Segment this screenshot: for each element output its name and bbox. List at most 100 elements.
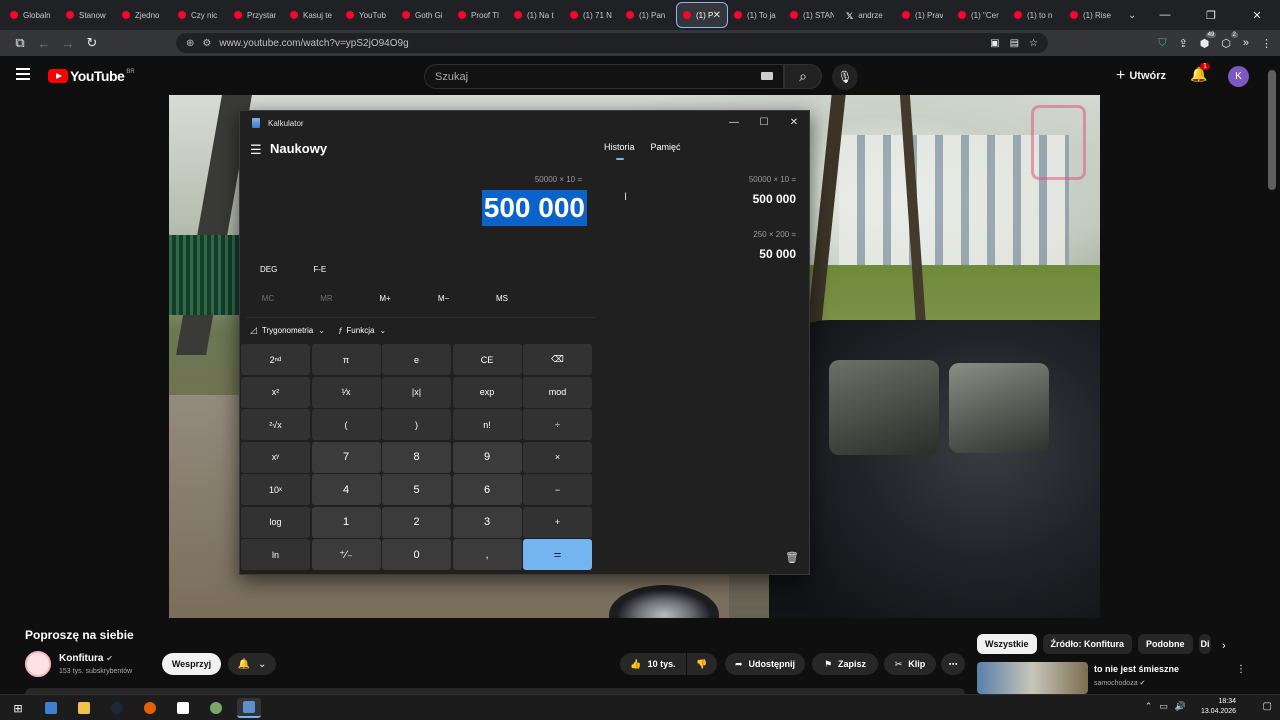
address-bar[interactable]: ⊕ ⚙ www.youtube.com/watch?v=ypS2jO94O9g …: [176, 33, 1048, 53]
browser-tab[interactable]: 𝕏andrze: [840, 2, 896, 28]
sidebar-toggle-icon[interactable]: ⧉: [8, 35, 32, 51]
calculator-key[interactable]: ): [382, 409, 451, 440]
history-item[interactable]: 50000 × 10 = 500 000: [606, 175, 796, 206]
tab-memory[interactable]: Pamięć: [651, 142, 681, 152]
history-item[interactable]: 250 × 200 = 50 000: [606, 230, 796, 261]
page-scrollbar[interactable]: [1268, 70, 1276, 190]
calculator-key[interactable]: ¹⁄x: [311, 376, 381, 408]
search-input[interactable]: Szukaj: [424, 64, 784, 89]
browser-tab[interactable]: Stanow: [60, 2, 116, 28]
browser-tab[interactable]: Zjedno: [116, 2, 172, 28]
fe-button[interactable]: F-E: [313, 265, 326, 274]
taskbar-monitor-icon[interactable]: [39, 698, 63, 718]
browser-tab[interactable]: (1) P ✕: [676, 2, 728, 28]
recommendation-channel[interactable]: samochodoza ✔: [1094, 679, 1145, 687]
memory-button[interactable]: MC: [260, 294, 276, 303]
browser-tab[interactable]: (1) 71 N: [564, 2, 620, 28]
close-icon[interactable]: ✕: [1234, 0, 1280, 30]
calculator-key[interactable]: log: [241, 506, 310, 538]
minimize-icon[interactable]: —: [719, 111, 749, 133]
calculator-key[interactable]: ⌫: [523, 344, 592, 375]
chip-related[interactable]: Podobne: [1138, 634, 1193, 654]
share-button[interactable]: ➦ Udostępnij: [725, 653, 805, 675]
clock[interactable]: 18:34 13.04.2026: [1201, 697, 1236, 717]
calculator-key[interactable]: 1: [311, 506, 381, 538]
calculator-key[interactable]: 0: [382, 539, 451, 570]
youtube-logo[interactable]: YouTube BR: [48, 68, 135, 84]
share-icon[interactable]: ⇪: [1178, 37, 1187, 50]
browser-tab[interactable]: (1) To ja: [728, 2, 784, 28]
calculator-key[interactable]: ²√x: [241, 409, 310, 440]
more-actions-button[interactable]: ⋯: [941, 653, 965, 675]
notification-center-icon[interactable]: ▢: [1263, 701, 1272, 712]
calculator-key[interactable]: exp: [452, 376, 522, 408]
browser-tab[interactable]: (1) Prav: [896, 2, 952, 28]
calculator-key[interactable]: 2ⁿᵈ: [241, 344, 310, 375]
channel-name[interactable]: Konfitura ✔: [59, 653, 113, 664]
restore-icon[interactable]: ❐: [1188, 0, 1234, 30]
recommendation-thumbnail[interactable]: [977, 662, 1088, 694]
calculator-key[interactable]: ÷: [523, 409, 592, 440]
browser-tab[interactable]: Kasuj te: [284, 2, 340, 28]
maximize-icon[interactable]: ☐: [749, 111, 779, 133]
recommendation-title[interactable]: to nie jest śmieszne: [1094, 664, 1179, 674]
calculator-key[interactable]: n!: [452, 409, 522, 440]
calculator-key[interactable]: 2: [382, 506, 451, 538]
memory-button[interactable]: M−: [436, 294, 452, 303]
calculator-taskbar-icon[interactable]: [237, 698, 261, 718]
extension-a-icon[interactable]: ⬢ 49: [1200, 31, 1217, 50]
calculator-key[interactable]: 6: [452, 474, 522, 505]
memory-button[interactable]: M+: [377, 294, 393, 303]
calculator-key[interactable]: mod: [523, 376, 592, 408]
trash-icon[interactable]: 🗑: [785, 551, 799, 564]
calculator-key[interactable]: x²: [241, 376, 310, 408]
calculator-key[interactable]: |x|: [382, 376, 451, 408]
subscription-bell-button[interactable]: 🔔 ⌄: [228, 653, 276, 675]
notion-icon[interactable]: [171, 698, 195, 718]
browser-tab[interactable]: Proof Tl: [452, 2, 508, 28]
like-button[interactable]: 👍 10 tys.: [620, 653, 686, 675]
trigonometry-dropdown[interactable]: ◿ Trygonometria ⌄: [250, 325, 325, 336]
keyboard-icon[interactable]: [761, 72, 773, 80]
firefox-icon[interactable]: [138, 698, 162, 718]
calculator-key[interactable]: 8: [382, 441, 451, 473]
browser-tab[interactable]: (1) STAN: [784, 2, 840, 28]
search-button[interactable]: ⌕: [784, 64, 822, 89]
guide-menu-icon[interactable]: [16, 68, 30, 80]
calculator-key[interactable]: 5: [382, 474, 451, 505]
result-display[interactable]: 500 000: [481, 190, 587, 226]
browser-tab[interactable]: (1) Rise: [1064, 2, 1120, 28]
reader-icon[interactable]: ▤: [1010, 38, 1019, 49]
tab-search-icon[interactable]: ⌄: [1128, 10, 1136, 21]
file-explorer-icon[interactable]: [72, 698, 96, 718]
chevron-up-icon[interactable]: ⌃: [1145, 701, 1153, 712]
back-icon[interactable]: ←: [32, 36, 56, 51]
shield-extension-icon[interactable]: ⛉: [1158, 37, 1166, 50]
display-icon[interactable]: ▭: [1159, 701, 1168, 712]
minimize-icon[interactable]: —: [1142, 0, 1188, 30]
browser-tab[interactable]: Goth Gi: [396, 2, 452, 28]
calculator-key[interactable]: =: [523, 539, 592, 570]
tune-icon[interactable]: ⚙: [202, 38, 211, 49]
browser-tab[interactable]: (1) Na t: [508, 2, 564, 28]
more-tools-icon[interactable]: »: [1243, 37, 1249, 49]
calculator-key[interactable]: 10ˣ: [241, 474, 310, 505]
menu-icon[interactable]: ⋮: [1261, 37, 1272, 50]
avatar[interactable]: K: [1228, 66, 1249, 87]
clip-button[interactable]: ✂ Klip: [884, 653, 936, 675]
calculator-key[interactable]: xʸ: [241, 441, 310, 473]
browser-tab[interactable]: YouTub: [340, 2, 396, 28]
create-button[interactable]: + Utwórz: [1116, 66, 1166, 86]
calculator-key[interactable]: 9: [452, 441, 522, 473]
bookmark-star-icon[interactable]: ☆: [1029, 38, 1038, 49]
windows-start-icon[interactable]: ⊞: [6, 698, 30, 718]
calculator-key[interactable]: −: [523, 474, 592, 505]
calculator-key[interactable]: ,: [452, 539, 522, 570]
tab-close-icon[interactable]: ✕: [713, 10, 721, 21]
browser-tab[interactable]: Czy nic: [172, 2, 228, 28]
browser-tab[interactable]: (1) to n: [1008, 2, 1064, 28]
tab-history[interactable]: Historia: [604, 142, 635, 160]
calculator-key[interactable]: 4: [311, 474, 381, 505]
browser-tab[interactable]: (1) "Cer: [952, 2, 1008, 28]
chevron-right-icon[interactable]: ›: [1222, 640, 1226, 652]
